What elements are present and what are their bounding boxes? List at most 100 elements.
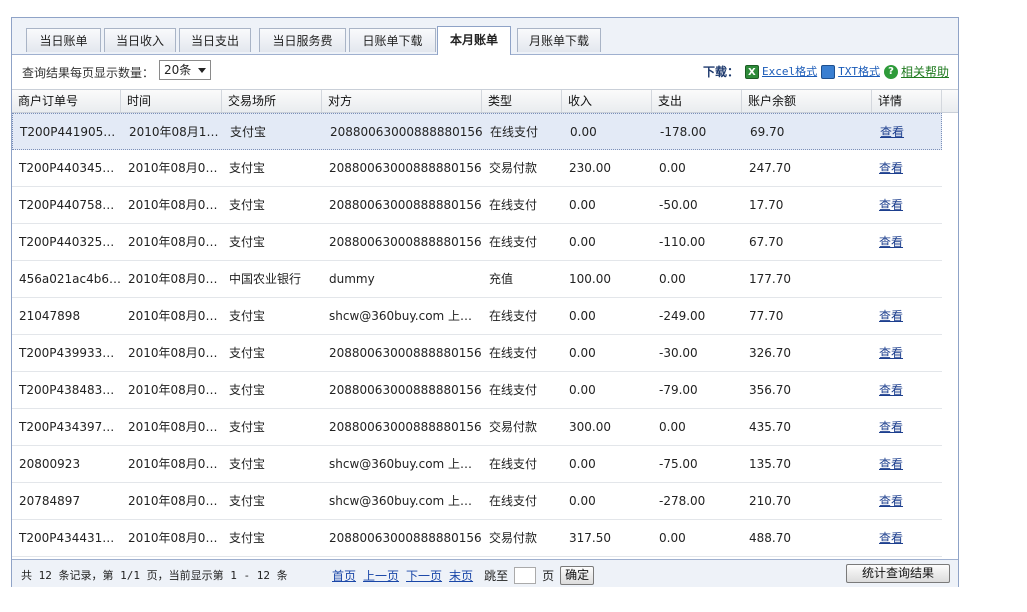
cell-balance: 69.70: [750, 125, 785, 139]
header-type[interactable]: 类型: [482, 90, 562, 112]
cell-time: 2010年08月07...: [128, 346, 222, 360]
view-detail-link[interactable]: 查看: [879, 346, 903, 360]
view-detail-link[interactable]: 查看: [879, 235, 903, 249]
tab-monthly-bill-download[interactable]: 月账单下载: [517, 28, 601, 52]
header-venue[interactable]: 交易场所: [222, 90, 322, 112]
cell-expense: 0.00: [659, 272, 686, 286]
table-row[interactable]: T200P43439714... 2010年08月04... 支付宝 20880063…: [12, 409, 942, 446]
cell-expense: -278.00: [659, 494, 706, 508]
cell-order-no: T200P44032551...: [19, 235, 121, 249]
table-row[interactable]: T200P43443128... 2010年08月03... 支付宝 20880063…: [12, 520, 942, 557]
cell-detail: [872, 261, 942, 297]
table-row[interactable]: T200P44034545... 2010年08月09... 支付宝 20880063…: [12, 150, 942, 187]
header-income[interactable]: 收入: [562, 90, 652, 112]
tab-today-expense[interactable]: 当日支出: [179, 28, 251, 52]
view-detail-link[interactable]: 查看: [879, 309, 903, 323]
cell-detail: 查看: [872, 187, 942, 223]
next-page-link[interactable]: 下一页: [406, 567, 442, 584]
header-balance[interactable]: 账户余额: [742, 90, 872, 112]
cell-type: 交易付款: [489, 420, 538, 434]
cell-venue: 支付宝: [229, 457, 266, 471]
view-detail-link[interactable]: 查看: [879, 161, 903, 175]
tab-today-bill[interactable]: 当日账单: [26, 28, 101, 52]
header-counterparty[interactable]: 对方: [322, 90, 482, 112]
cell-order-no: 21047898: [19, 309, 81, 323]
cell-balance: 210.70: [749, 494, 791, 508]
cell-counterparty: 20880063000888880156: [329, 531, 482, 545]
view-detail-link[interactable]: 查看: [879, 383, 903, 397]
txt-download-link[interactable]: TXT格式: [838, 64, 880, 80]
cell-order-no: T200P43443128...: [19, 531, 121, 545]
download-label: 下载：: [702, 65, 739, 79]
cell-venue: 支付宝: [229, 383, 266, 397]
table-row[interactable]: T200P44190597... 2010年08月10... 支付宝 20880063…: [12, 113, 942, 150]
table-row[interactable]: T200P43993317... 2010年08月07... 支付宝 20880063…: [12, 335, 942, 372]
tab-daily-bill-download[interactable]: 日账单下载: [349, 28, 436, 52]
cell-time: 2010年08月09...: [128, 198, 222, 212]
cell-time: 2010年08月08...: [128, 235, 222, 249]
cell-venue: 支付宝: [229, 309, 266, 323]
cell-income: 0.00: [569, 346, 596, 360]
cell-expense: 0.00: [659, 531, 686, 545]
tab-today-service-fee[interactable]: 当日服务费: [259, 28, 346, 52]
stats-query-button[interactable]: 统计查询结果: [846, 564, 950, 583]
cell-type: 充值: [489, 272, 514, 286]
toolbar: 查询结果每页显示数量： 20条 下载： Excel格式 TXT格式 ? 相关帮助: [12, 55, 958, 88]
table-row[interactable]: 456a021ac4b6f1... 2010年08月08... 中国农业银行 dumm…: [12, 261, 942, 298]
cell-type: 在线支付: [489, 457, 538, 471]
cell-expense: 0.00: [659, 161, 686, 175]
page-number-input[interactable]: [514, 567, 537, 584]
bill-panel: 当日账单 当日收入 当日支出 当日服务费 日账单下载 本月账单 月账单下载 查询…: [11, 17, 959, 587]
cell-order-no: T200P43439714...: [19, 420, 121, 434]
cell-type: 在线支付: [489, 494, 538, 508]
prev-page-link[interactable]: 上一页: [363, 567, 399, 584]
view-detail-link[interactable]: 查看: [879, 420, 903, 434]
confirm-button[interactable]: 确定: [560, 566, 595, 585]
cell-time: 2010年08月08...: [128, 309, 222, 323]
table-row[interactable]: T200P44032551... 2010年08月08... 支付宝 20880063…: [12, 224, 942, 261]
cell-time: 2010年08月04...: [128, 420, 222, 434]
cell-order-no: 456a021ac4b6f1...: [19, 272, 121, 286]
cell-venue: 支付宝: [229, 531, 266, 545]
table-row[interactable]: 20784897 2010年08月04... 支付宝 shcw@360buy.com …: [12, 483, 942, 520]
chevron-down-icon: [198, 68, 206, 73]
view-detail-link[interactable]: 查看: [879, 457, 903, 471]
cell-expense: -30.00: [659, 346, 698, 360]
tab-monthly-bill[interactable]: 本月账单: [437, 26, 511, 55]
cell-type: 在线支付: [489, 346, 538, 360]
cell-income: 0.00: [569, 383, 596, 397]
cell-counterparty: 20880063000888880156: [329, 198, 482, 212]
cell-expense: 0.00: [659, 420, 686, 434]
pager: 首页 上一页 下一页 末页 跳至 页 确定: [332, 566, 595, 585]
excel-icon[interactable]: [744, 65, 759, 81]
first-page-link[interactable]: 首页: [332, 567, 356, 584]
table-row[interactable]: T200P44075849... 2010年08月09... 支付宝 20880063…: [12, 187, 942, 224]
tab-bar: 当日账单 当日收入 当日支出 当日服务费 日账单下载 本月账单 月账单下载: [12, 18, 958, 55]
cell-detail: 查看: [873, 114, 943, 150]
table-row[interactable]: T200P43848300... 2010年08月06... 支付宝 20880063…: [12, 372, 942, 409]
table-row[interactable]: 21047898 2010年08月08... 支付宝 shcw@360buy.com …: [12, 298, 942, 335]
view-detail-link[interactable]: 查看: [880, 125, 904, 139]
excel-download-link[interactable]: Excel格式: [762, 64, 817, 80]
help-icon[interactable]: ?: [883, 65, 898, 79]
cell-balance: 435.70: [749, 420, 791, 434]
view-detail-link[interactable]: 查看: [879, 531, 903, 545]
help-link[interactable]: 相关帮助: [901, 64, 949, 80]
cell-time: 2010年08月08...: [128, 272, 222, 286]
cell-detail: 查看: [872, 446, 942, 482]
page-size-select[interactable]: 20条: [159, 60, 211, 80]
view-detail-link[interactable]: 查看: [879, 494, 903, 508]
header-time[interactable]: 时间: [121, 90, 222, 112]
header-expense[interactable]: 支出: [652, 90, 742, 112]
cell-type: 在线支付: [489, 198, 538, 212]
last-page-link[interactable]: 末页: [449, 567, 473, 584]
view-detail-link[interactable]: 查看: [879, 198, 903, 212]
header-order-no[interactable]: 商户订单号: [12, 90, 121, 112]
table-row[interactable]: 20800923 2010年08月04... 支付宝 shcw@360buy.com …: [12, 446, 942, 483]
txt-file-icon[interactable]: [821, 65, 836, 79]
tab-today-income[interactable]: 当日收入: [104, 28, 176, 52]
cell-venue: 支付宝: [229, 235, 266, 249]
cell-detail: 查看: [872, 298, 942, 334]
download-area: 下载： Excel格式 TXT格式 ? 相关帮助: [702, 64, 949, 81]
header-detail[interactable]: 详情: [872, 90, 942, 112]
